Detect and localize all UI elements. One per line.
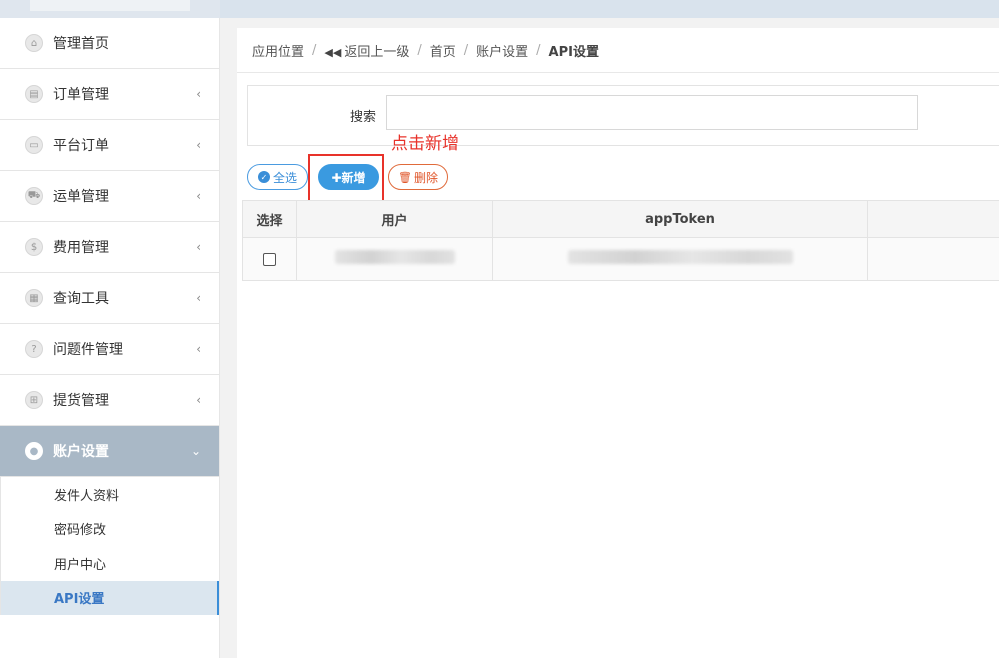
sidebar-item-label: 查询工具 — [53, 291, 109, 307]
select-all-label: 全选 — [272, 170, 297, 185]
platform-icon: ▭ — [25, 136, 43, 154]
sidebar-item-label: 平台订单 — [53, 138, 109, 154]
sidebar-item-orders[interactable]: ▤ 订单管理 ‹ — [0, 69, 219, 120]
chevron-left-icon: ‹ — [196, 87, 201, 101]
sidebar-item-fees[interactable]: $ 费用管理 ‹ — [0, 222, 219, 273]
submenu-user-center[interactable]: 用户中心 — [1, 546, 219, 581]
sidebar-item-account-settings[interactable]: ● 账户设置 ⌄ — [0, 426, 219, 477]
main-panel: 应用位置 / ◀◀ 返回上一级 / 首页 / 账户设置 / API设置 搜索 点击… — [237, 28, 999, 658]
check-circle-icon: ✓ — [257, 171, 270, 183]
home-icon: ⌂ — [25, 34, 43, 52]
sidebar-item-platform-orders[interactable]: ▭ 平台订单 ‹ — [0, 120, 219, 171]
sidebar-item-label: 订单管理 — [53, 87, 109, 103]
sidebar-item-home[interactable]: ⌂ 管理首页 — [0, 18, 219, 69]
chevron-left-icon: ‹ — [196, 393, 201, 407]
breadcrumb-separator: / — [536, 42, 541, 58]
sidebar-item-problem-items[interactable]: ? 问题件管理 ‹ — [0, 324, 219, 375]
table-header-row: 选择 用户 appToken — [242, 200, 999, 238]
top-bar — [0, 0, 999, 18]
delete-label: 删除 — [413, 170, 438, 185]
sidebar-item-label: 管理首页 — [53, 36, 109, 52]
sidebar-item-waybills[interactable]: ⛟ 运单管理 ‹ — [0, 171, 219, 222]
sidebar-item-label: 问题件管理 — [53, 342, 123, 358]
sidebar-item-pickup[interactable]: ⊞ 提货管理 ‹ — [0, 375, 219, 426]
header-actions — [867, 200, 999, 238]
trash-icon: 🗑 — [398, 170, 412, 184]
query-icon: ▦ — [25, 289, 43, 307]
search-panel: 搜索 — [247, 85, 999, 146]
breadcrumb: 应用位置 / ◀◀ 返回上一级 / 首页 / 账户设置 / API设置 — [237, 28, 999, 73]
redacted-user — [334, 250, 455, 264]
chevron-left-icon: ‹ — [196, 138, 201, 152]
chevron-down-icon: ⌄ — [190, 444, 201, 458]
search-label: 搜索 — [350, 110, 377, 125]
logo-area — [30, 0, 190, 11]
header-apptoken: appToken — [492, 200, 868, 238]
breadcrumb-location: 应用位置 — [252, 44, 305, 60]
sidebar: ⌂ 管理首页 ▤ 订单管理 ‹ ▭ 平台订单 ‹ ⛟ 运单管理 ‹ $ 费用管理… — [0, 18, 220, 658]
breadcrumb-back-label: 返回上一级 — [344, 44, 410, 60]
annotation-hint: 点击新增 — [391, 134, 459, 154]
breadcrumb-back-link[interactable]: ◀◀ 返回上一级 — [324, 41, 409, 60]
row-actions-cell — [867, 237, 999, 281]
row-user-cell — [296, 237, 493, 281]
api-table: 选择 用户 appToken — [242, 200, 999, 281]
sidebar-item-label: 账户设置 — [53, 444, 109, 460]
header-select: 选择 — [242, 200, 297, 238]
sidebar-item-query-tools[interactable]: ▦ 查询工具 ‹ — [0, 273, 219, 324]
order-icon: ▤ — [25, 85, 43, 103]
breadcrumb-current: API设置 — [548, 44, 599, 60]
sidebar-item-label: 费用管理 — [53, 240, 109, 256]
search-input[interactable] — [386, 95, 918, 130]
chevron-left-icon: ‹ — [196, 189, 201, 203]
row-apptoken-cell — [492, 237, 868, 281]
breadcrumb-separator: / — [417, 42, 422, 58]
submenu-password-change[interactable]: 密码修改 — [1, 512, 219, 547]
question-icon: ? — [25, 340, 43, 358]
account-submenu: 发件人资料 密码修改 用户中心 API设置 — [0, 477, 219, 615]
dollar-icon: $ — [25, 238, 43, 256]
select-all-button[interactable]: ✓ 全选 — [247, 164, 308, 190]
user-icon: ● — [25, 442, 43, 460]
sidebar-item-label: 提货管理 — [53, 393, 109, 409]
breadcrumb-separator: / — [463, 42, 469, 58]
table-row — [242, 237, 999, 281]
truck-icon: ⛟ — [25, 187, 43, 205]
breadcrumb-home-link[interactable]: 首页 — [430, 41, 456, 60]
chevron-left-icon: ‹ — [196, 291, 201, 305]
chevron-left-icon: ‹ — [196, 342, 201, 356]
header-user: 用户 — [296, 200, 493, 238]
breadcrumb-account-link[interactable]: 账户设置 — [476, 41, 528, 60]
sidebar-item-label: 运单管理 — [53, 189, 109, 205]
chevron-left-icon: ‹ — [196, 240, 201, 254]
row-checkbox[interactable] — [263, 252, 276, 266]
delete-button[interactable]: 🗑 删除 — [388, 164, 448, 190]
cart-icon: ⊞ — [25, 391, 43, 409]
row-select-cell — [242, 237, 297, 281]
submenu-sender-info[interactable]: 发件人资料 — [1, 477, 219, 512]
redacted-apptoken — [567, 250, 793, 264]
breadcrumb-separator: / — [312, 42, 317, 58]
submenu-api-settings[interactable]: API设置 — [1, 580, 219, 615]
header-strip — [220, 0, 999, 18]
double-left-arrow-icon: ◀◀ — [324, 45, 342, 59]
